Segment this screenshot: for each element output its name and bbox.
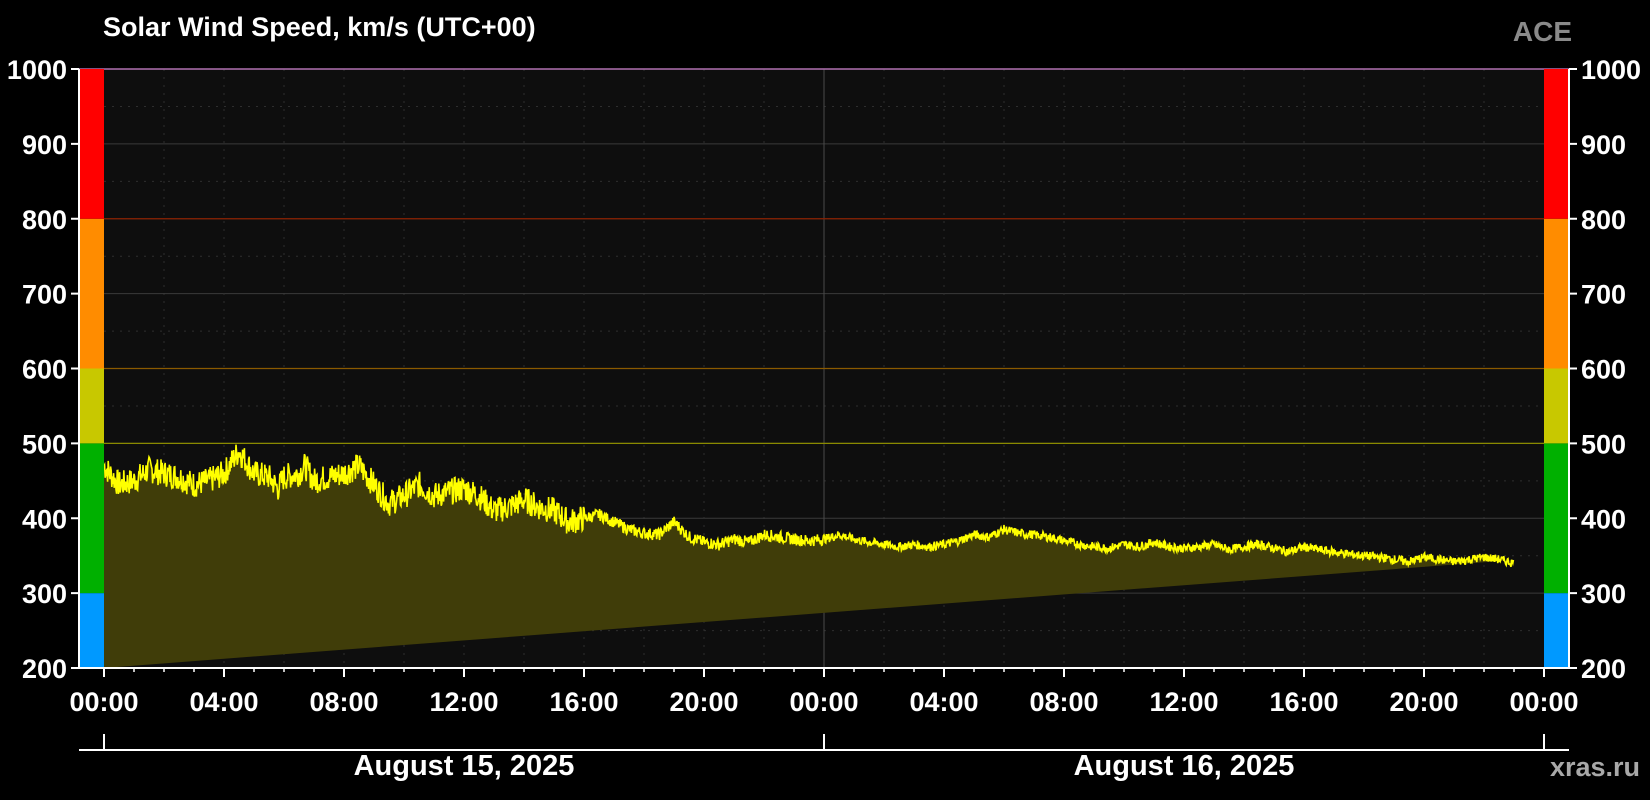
y-tick-label: 1000 (1581, 55, 1641, 85)
x-tick-label: 12:00 (429, 687, 498, 717)
color-band (1544, 218, 1569, 369)
y-tick-label: 700 (1581, 280, 1626, 310)
y-axis-right: 200 300 400 500 600 700 800 900 1000 (1568, 55, 1641, 684)
x-tick-label: 08:00 (1029, 687, 1098, 717)
x-tick-label: 00:00 (69, 687, 138, 717)
y-tick-label: 800 (22, 205, 67, 235)
color-band (79, 443, 104, 594)
x-tick-label: 20:00 (1389, 687, 1458, 717)
color-band (79, 218, 104, 369)
x-axis: 00:00 04:00 08:00 12:00 16:00 20:00 00:00 04:00… (69, 667, 1579, 751)
color-band (79, 593, 104, 668)
chart-title: Solar Wind Speed, km/s (UTC+00) (103, 12, 536, 42)
x-tick-label: 00:00 (789, 687, 858, 717)
x-tick-label: 04:00 (189, 687, 258, 717)
color-band (79, 69, 104, 219)
y-tick-label: 800 (1581, 205, 1626, 235)
y-tick-label: 600 (1581, 355, 1626, 385)
x-tick-label: 20:00 (669, 687, 738, 717)
y-tick-label: 500 (22, 429, 67, 459)
y-tick-label: 300 (1581, 579, 1626, 609)
color-scale-left (79, 69, 104, 668)
x-tick-label: 08:00 (309, 687, 378, 717)
y-axis-left: 200 300 400 500 600 700 800 900 1000 (7, 55, 80, 684)
color-band (79, 368, 104, 444)
y-tick-label: 1000 (7, 55, 67, 85)
color-band (1544, 69, 1569, 219)
color-band (1544, 443, 1569, 594)
color-band (1544, 368, 1569, 444)
y-tick-label: 400 (22, 504, 67, 534)
x-tick-label: 16:00 (549, 687, 618, 717)
x-tick-label: 04:00 (909, 687, 978, 717)
y-tick-label: 200 (22, 654, 67, 684)
solar-wind-chart: 200 300 400 500 600 700 800 900 1000 200 300 400 50… (7, 55, 1641, 751)
x-tick-label: 16:00 (1269, 687, 1338, 717)
y-tick-label: 200 (1581, 654, 1626, 684)
watermark: xras.ru (1549, 752, 1640, 782)
y-tick-label: 500 (1581, 429, 1626, 459)
y-tick-label: 300 (22, 579, 67, 609)
color-band (1544, 593, 1569, 668)
y-tick-label: 400 (1581, 504, 1626, 534)
y-tick-label: 700 (22, 280, 67, 310)
source-label: ACE (1512, 16, 1572, 47)
x-tick-label: 12:00 (1149, 687, 1218, 717)
date-label-day1: August 15, 2025 (353, 750, 575, 782)
color-scale-right (1544, 69, 1569, 668)
y-tick-label: 900 (1581, 130, 1626, 160)
y-tick-label: 900 (22, 130, 67, 160)
y-tick-label: 600 (22, 355, 67, 385)
x-tick-label: 00:00 (1509, 687, 1578, 717)
date-label-day2: August 16, 2025 (1073, 750, 1295, 782)
